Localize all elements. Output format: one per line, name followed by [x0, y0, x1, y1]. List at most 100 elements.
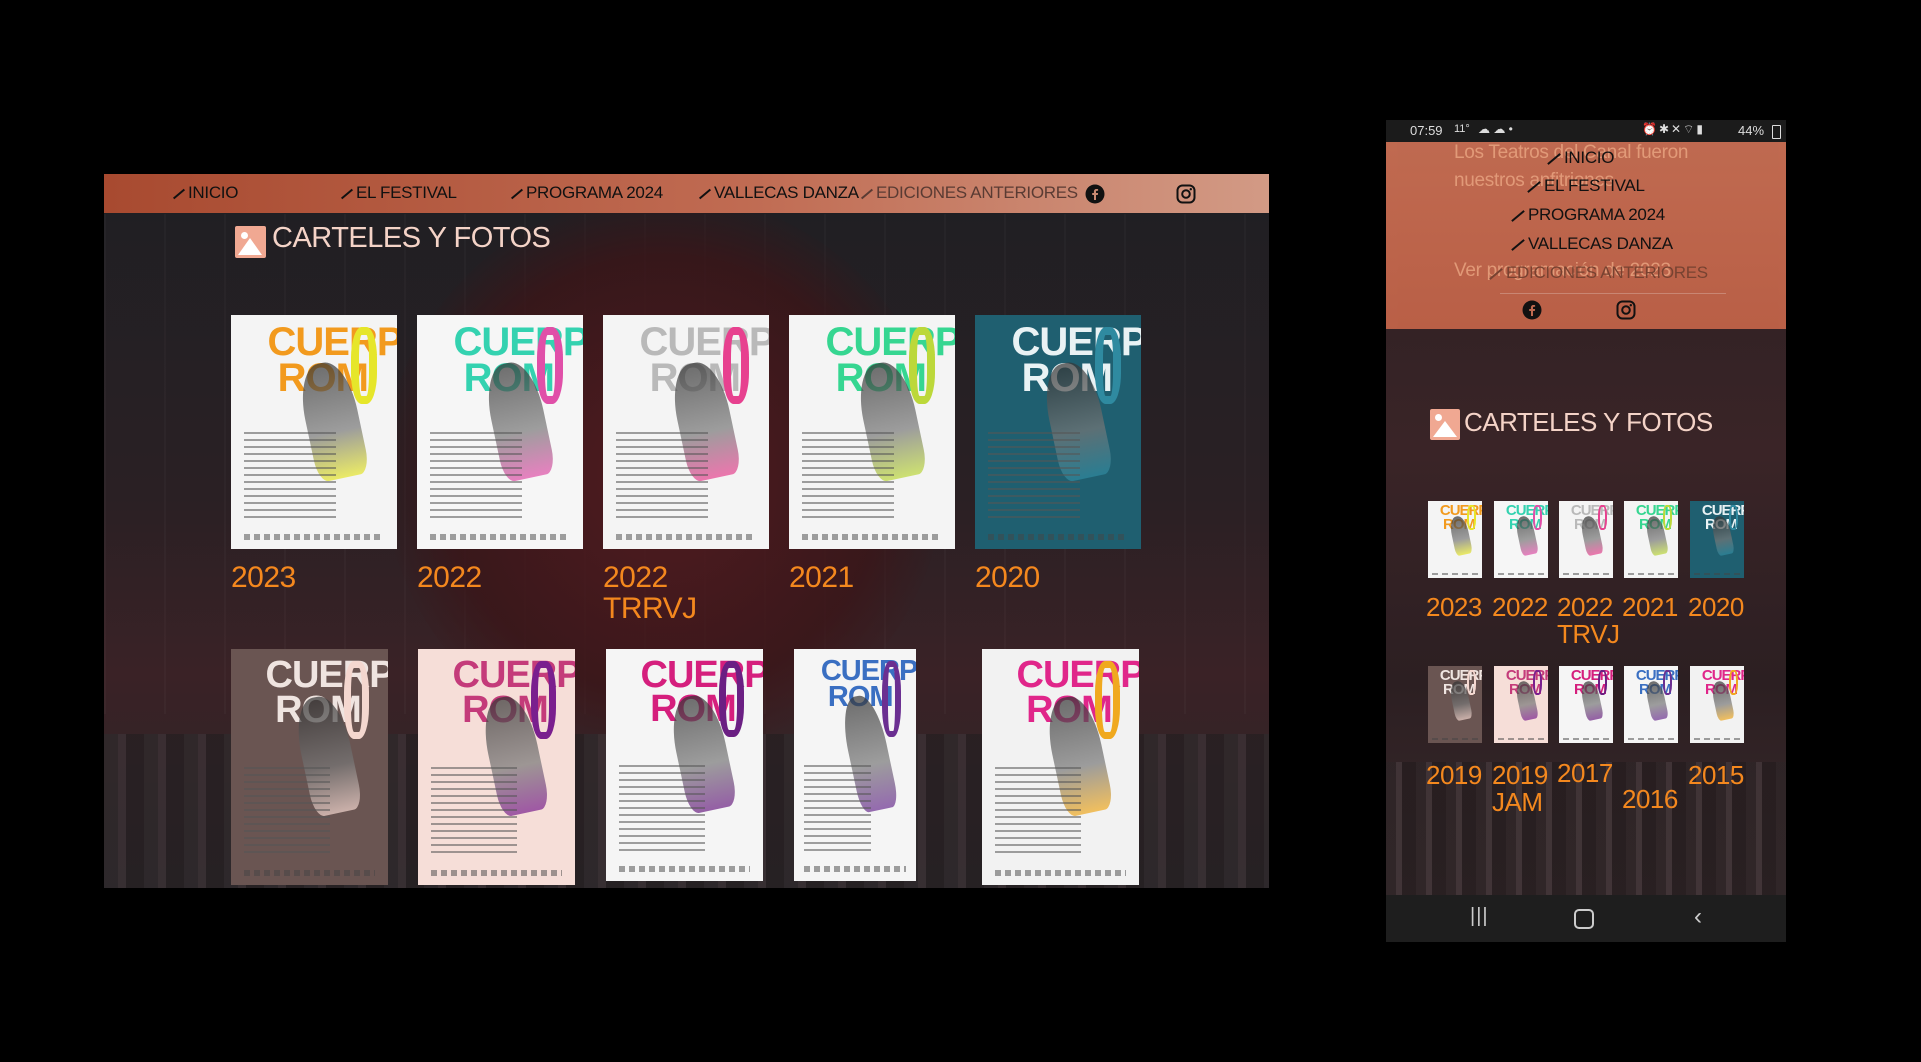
battery-level: 44% — [1738, 123, 1765, 138]
edition-year-label[interactable]: 2019 JAM — [1492, 762, 1548, 816]
poster-thumbnail[interactable]: CUERP ROM — [417, 315, 583, 549]
poster-thumbnail[interactable]: CUERP ROM — [603, 315, 769, 549]
poster-thumbnail[interactable]: CUERP ROM — [1494, 501, 1548, 578]
image-icon — [235, 226, 266, 258]
edition-year-label[interactable]: 2021 — [1622, 594, 1678, 621]
poster-text-block — [243, 767, 330, 857]
poster-thumbnail[interactable]: CUERP ROM — [231, 315, 397, 549]
poster-text-block — [988, 432, 1080, 521]
edition-year-label[interactable]: 2017 — [1557, 760, 1613, 787]
nav-item-inicio[interactable]: INICIO — [172, 183, 238, 203]
poster-sponsor-strip — [1694, 737, 1740, 740]
facebook-icon[interactable] — [1522, 300, 1542, 320]
poster-sponsor-strip — [244, 533, 384, 540]
poster-big-o — [722, 326, 750, 404]
nav-item-el-festival[interactable]: EL FESTIVAL — [340, 183, 457, 203]
poster-sponsor-strip — [1694, 572, 1740, 575]
nav-item-vallecas-danza[interactable]: VALLECAS DANZA — [698, 183, 859, 203]
recent-apps-button[interactable]: ||| — [1470, 905, 1489, 928]
status-bar: 07:59 11° ☁ ☁ • ⏰✱✕⌔▮ 44% — [1386, 120, 1786, 142]
edition-year-label[interactable]: 2022 TRVJ — [1557, 594, 1620, 648]
poster-thumbnail[interactable]: CUERP ROM — [975, 315, 1141, 549]
poster-thumbnail[interactable]: CUERP ROM — [606, 649, 763, 881]
edition-year-label[interactable]: 2015 — [1688, 762, 1744, 789]
edition-year-label[interactable]: 2022 — [417, 562, 482, 593]
poster-text-block — [616, 432, 708, 521]
edition-year-label[interactable]: 2021 — [789, 562, 854, 593]
poster-thumbnail[interactable]: CUERP ROM — [1494, 666, 1548, 743]
edition-year-label[interactable]: 2016 — [1622, 786, 1678, 813]
edition-year-label[interactable]: 2022 TRRVJ — [603, 562, 697, 624]
poster-thumbnail[interactable]: CUERP ROM — [1428, 501, 1482, 578]
nav-label: PROGRAMA 2024 — [1528, 205, 1665, 224]
nav-item-programa-2024[interactable]: PROGRAMA 2024 — [510, 183, 663, 203]
poster-sponsor-strip — [1563, 572, 1609, 575]
poster-thumbnail[interactable]: CUERP ROM — [418, 649, 575, 885]
nav-label: INICIO — [1564, 148, 1615, 167]
nav-label: EDICIONES ANTERIORES — [1506, 263, 1708, 282]
poster-big-o — [1597, 669, 1607, 696]
poster-sponsor-strip — [1628, 737, 1674, 740]
poster-thumbnail[interactable]: CUERP ROM — [1624, 501, 1678, 578]
edition-year-label[interactable]: 2020 — [1688, 594, 1744, 621]
poster-sponsor-strip — [803, 865, 907, 872]
poster-thumbnail[interactable]: CUERP ROM — [794, 649, 916, 881]
poster-thumbnail[interactable]: CUERP ROM — [982, 649, 1139, 885]
status-temperature: 11° — [1454, 123, 1470, 135]
poster-text-block — [244, 432, 336, 521]
edition-year-label[interactable]: 2023 — [1426, 594, 1482, 621]
poster-sponsor-strip — [1628, 572, 1674, 575]
edition-year-label[interactable]: 2019 — [1426, 762, 1482, 789]
poster-sponsor-strip — [430, 869, 563, 876]
android-navigation-bar: ||| ‹ — [1386, 895, 1786, 942]
poster-thumbnail[interactable]: CUERP ROM — [1624, 666, 1678, 743]
edition-year-label[interactable]: 2022 — [1492, 594, 1548, 621]
poster-text-block — [430, 767, 517, 857]
poster-big-o — [344, 660, 370, 739]
poster-big-o — [1597, 504, 1607, 531]
poster-thumbnail[interactable]: CUERP ROM — [1559, 666, 1613, 743]
nav-label: PROGRAMA 2024 — [526, 183, 663, 202]
poster-sponsor-strip — [1498, 737, 1544, 740]
instagram-icon[interactable] — [1616, 300, 1636, 320]
edition-year-label[interactable]: 2023 — [231, 562, 296, 593]
poster-sponsor-strip — [1563, 737, 1609, 740]
poster-sponsor-strip — [1432, 572, 1478, 575]
poster-big-o — [1466, 669, 1476, 696]
nav-label: VALLECAS DANZA — [714, 183, 859, 202]
poster-big-o — [1466, 504, 1476, 531]
mobile-screenshot: 07:59 11° ☁ ☁ • ⏰✱✕⌔▮ 44% Los Teatros de… — [1386, 120, 1786, 942]
battery-icon — [1772, 125, 1781, 139]
nav-item-programa-2024[interactable]: PROGRAMA 2024 — [1510, 205, 1665, 225]
poster-sponsor-strip — [1498, 572, 1544, 575]
poster-big-o — [719, 660, 745, 738]
poster-sponsor-strip — [1432, 737, 1478, 740]
menu-divider — [1500, 293, 1726, 294]
nav-item-el-festival[interactable]: EL FESTIVAL — [1526, 176, 1645, 196]
nav-item-ediciones-anteriores[interactable]: EDICIONES ANTERIORES — [1488, 263, 1708, 283]
edition-year-label[interactable]: 2020 — [975, 562, 1040, 593]
poster-big-o — [1094, 326, 1122, 404]
poster-thumbnail[interactable]: CUERP ROM — [1690, 666, 1744, 743]
poster-thumbnail[interactable]: CUERP ROM — [789, 315, 955, 549]
back-button[interactable]: ‹ — [1694, 903, 1702, 931]
instagram-icon[interactable] — [1176, 184, 1196, 204]
nav-item-inicio[interactable]: INICIO — [1546, 148, 1614, 168]
poster-big-o — [1728, 669, 1738, 696]
home-button[interactable] — [1574, 909, 1594, 929]
poster-thumbnail[interactable]: CUERP ROM — [1690, 501, 1744, 578]
nav-item-ediciones-anteriores[interactable]: EDICIONES ANTERIORES — [860, 183, 1078, 203]
poster-sponsor-strip — [802, 533, 942, 540]
poster-thumbnail[interactable]: CUERP ROM — [1559, 501, 1613, 578]
nav-label: INICIO — [188, 183, 239, 202]
poster-thumbnail[interactable]: CUERP ROM — [1428, 666, 1482, 743]
poster-big-o — [1095, 660, 1121, 739]
facebook-icon[interactable] — [1085, 184, 1105, 204]
poster-sponsor-strip — [616, 533, 756, 540]
poster-big-o — [531, 660, 557, 739]
poster-big-o — [350, 326, 378, 404]
weather-icon: ☁ ☁ • — [1478, 122, 1513, 136]
nav-item-vallecas-danza[interactable]: VALLECAS DANZA — [1510, 234, 1673, 254]
poster-sponsor-strip — [430, 533, 570, 540]
poster-thumbnail[interactable]: CUERP ROM — [231, 649, 388, 885]
